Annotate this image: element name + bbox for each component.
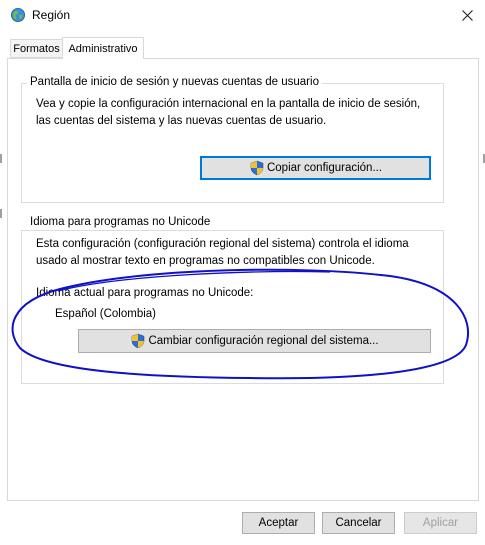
current-language-label: Idioma actual para programas no Unicode: bbox=[36, 287, 254, 299]
uac-shield-icon bbox=[250, 160, 264, 176]
copy-settings-button-label: Copiar configuración... bbox=[266, 162, 383, 174]
window-title: Región bbox=[32, 8, 71, 22]
uac-shield-icon bbox=[132, 333, 145, 349]
non-unicode-group-legend: Idioma para programas no Unicode bbox=[27, 216, 214, 228]
current-language-value: Español (Colombia) bbox=[55, 308, 156, 320]
close-icon bbox=[462, 9, 473, 21]
cancel-button[interactable]: Cancelar bbox=[322, 512, 395, 534]
edge-mark bbox=[0, 209, 2, 218]
copy-settings-button[interactable]: Copiar configuración... bbox=[200, 156, 431, 180]
edge-mark bbox=[0, 154, 2, 163]
tab-administrativo[interactable]: Administrativo bbox=[62, 37, 144, 59]
change-system-locale-button-label: Cambiar configuración regional del siste… bbox=[148, 335, 379, 347]
globe-icon bbox=[11, 8, 25, 22]
ok-button[interactable]: Aceptar bbox=[242, 512, 315, 534]
welcome-screen-description: Vea y copie la configuración internacion… bbox=[36, 98, 421, 127]
title-bar[interactable]: Región bbox=[0, 0, 485, 30]
change-system-locale-button[interactable]: Cambiar configuración regional del siste… bbox=[78, 329, 431, 353]
non-unicode-description: Esta configuración (configuración region… bbox=[36, 238, 409, 267]
tab-formatos[interactable]: Formatos bbox=[10, 39, 63, 58]
close-button[interactable] bbox=[450, 0, 485, 30]
welcome-screen-group-legend: Pantalla de inicio de sesión y nuevas cu… bbox=[27, 76, 322, 88]
apply-button[interactable]: Aplicar bbox=[404, 512, 477, 534]
